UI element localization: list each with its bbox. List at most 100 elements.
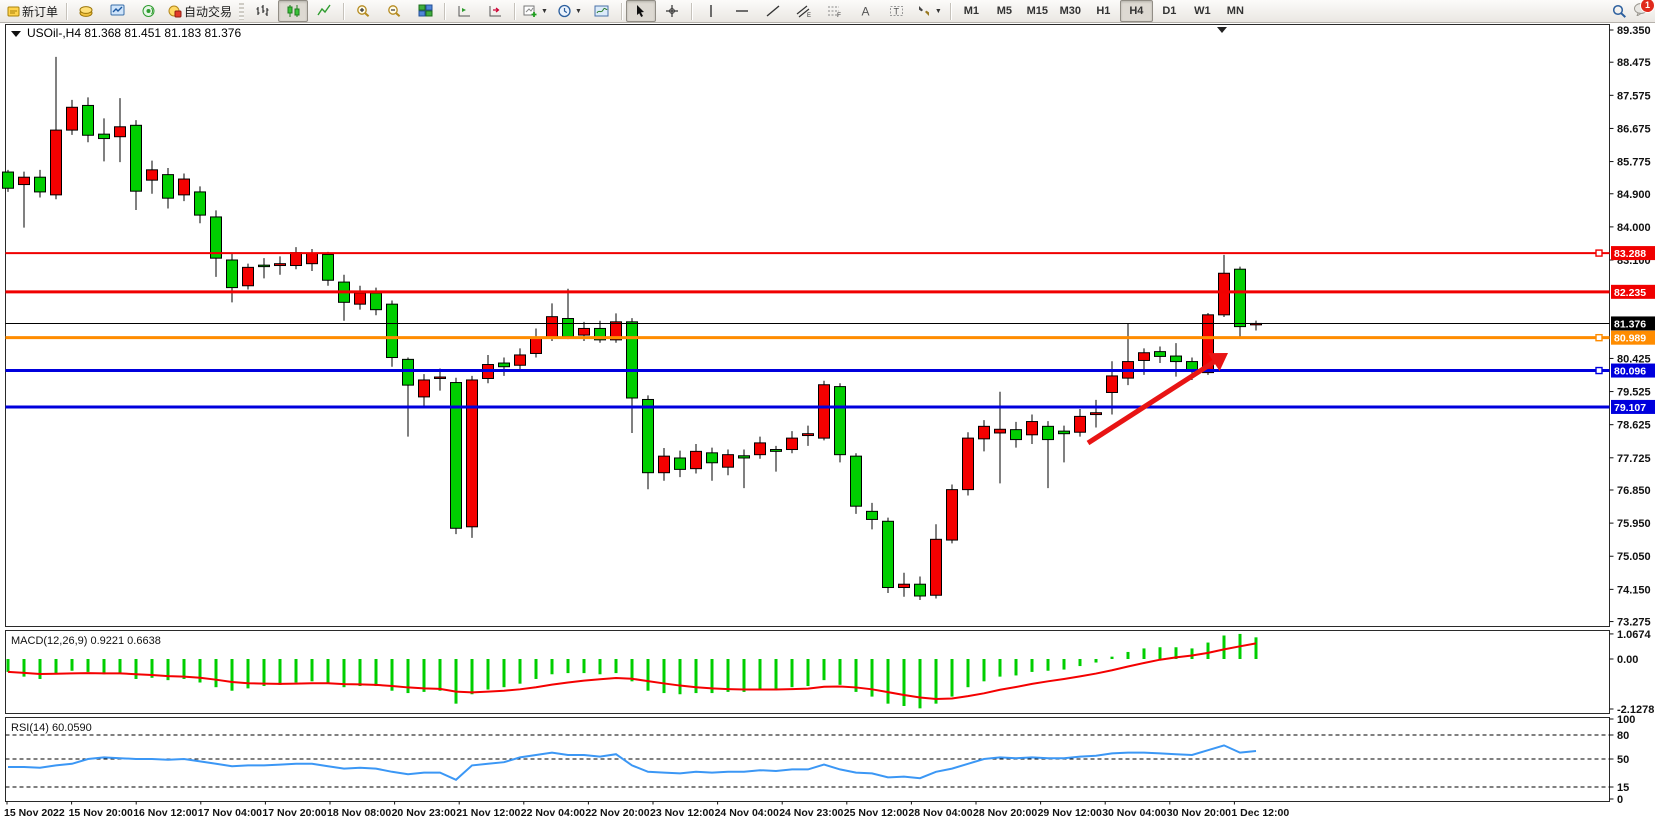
bull-candle-body [947, 490, 958, 540]
cursor-icon [634, 4, 647, 18]
main-pane[interactable] [6, 25, 1610, 627]
vertical-line-icon [705, 4, 717, 18]
arrows-shapes-button[interactable]: ▼ [913, 0, 946, 22]
auto-trading-button[interactable]: 自动交易 [164, 0, 236, 22]
price-tick-label: 76.850 [1617, 485, 1651, 497]
bear-candle-body [323, 254, 334, 280]
tab-timeframe-W1[interactable]: W1 [1186, 0, 1219, 22]
tab-timeframe-M15[interactable]: M15 [1021, 0, 1054, 22]
tab-timeframe-M30[interactable]: M30 [1054, 0, 1087, 22]
tab-timeframe-H4[interactable]: H4 [1120, 0, 1153, 22]
rsi-tick-label: 50 [1617, 754, 1629, 766]
candle [883, 518, 894, 593]
bear-candle-body [211, 217, 222, 258]
bear-candle-body [1171, 356, 1182, 362]
tab-timeframe-D1[interactable]: D1 [1153, 0, 1186, 22]
bull-candle-body [803, 434, 814, 436]
vertical-line-button[interactable] [696, 0, 726, 22]
templates-button[interactable] [587, 0, 617, 22]
notifications-button[interactable]: 1 [1633, 2, 1649, 21]
bar-chart-button[interactable] [247, 0, 277, 22]
text-label-icon: T [889, 4, 904, 18]
indicators-button[interactable]: ▼ [519, 0, 552, 22]
bear-candle-body [227, 260, 238, 288]
bear-candle-body [707, 453, 718, 463]
bull-candle-body [179, 179, 190, 195]
bear-candle-body [627, 322, 638, 398]
text-button[interactable]: A [851, 0, 881, 22]
candle [451, 378, 462, 534]
date-label: 17 Nov 20:00 [262, 807, 326, 819]
bear-candle-body [739, 456, 750, 458]
periods-button[interactable]: ▼ [553, 0, 586, 22]
search-icon[interactable] [1612, 4, 1627, 19]
rsi-label: RSI(14) 60.0590 [11, 722, 92, 734]
bull-candle-body [755, 443, 766, 455]
auto-scroll-button[interactable] [449, 0, 479, 22]
candlestick-chart-button[interactable] [278, 0, 308, 22]
horizontal-line-button[interactable] [727, 0, 757, 22]
toolbar-separator [444, 3, 445, 20]
candlestick-chart-icon [286, 4, 301, 18]
candle [851, 453, 862, 514]
chart-canvas[interactable]: 89.35088.47587.57586.67585.77584.90084.0… [0, 23, 1655, 825]
hline-handle[interactable] [1596, 250, 1602, 256]
candle [467, 376, 478, 538]
toolbar-grip[interactable] [239, 3, 244, 20]
toolbar-separator [66, 3, 67, 20]
bull-candle-body [723, 455, 734, 468]
bear-candle-body [387, 304, 398, 357]
chart-window[interactable]: 89.35088.47587.57586.67585.77584.90084.0… [0, 23, 1655, 825]
bull-candle-body [275, 264, 286, 266]
tab-timeframe-H1[interactable]: H1 [1087, 0, 1120, 22]
price-line-badge-label: 82.235 [1614, 287, 1646, 299]
price-tick-label: 74.150 [1617, 584, 1651, 596]
chart-shift-button[interactable] [480, 0, 510, 22]
date-label: 30 Nov 20:00 [1167, 807, 1231, 819]
tile-windows-icon [418, 4, 433, 18]
chart-profiles-button[interactable] [71, 0, 101, 22]
candle [3, 170, 14, 192]
date-label: 15 Nov 2022 [4, 807, 65, 819]
bull-candle-body [51, 130, 62, 195]
bull-candle-body [243, 267, 254, 285]
crosshair-button[interactable] [657, 0, 687, 22]
bear-candle-body [131, 125, 142, 191]
signals-button[interactable] [133, 0, 163, 22]
date-label: 15 Nov 20:00 [69, 807, 133, 819]
rsi-tick-label: 80 [1617, 730, 1629, 742]
bull-candle-body [659, 456, 670, 473]
bull-candle-body [515, 355, 526, 365]
hline-handle[interactable] [1596, 335, 1602, 341]
crosshair-icon [665, 4, 679, 18]
indicators-icon [523, 4, 538, 18]
bull-candle-body [115, 127, 126, 137]
bear-candle-body [451, 383, 462, 529]
bear-candle-body [403, 359, 414, 385]
trendline-button[interactable] [758, 0, 788, 22]
tab-timeframe-M5[interactable]: M5 [988, 0, 1021, 22]
auto-trading-label: 自动交易 [184, 3, 232, 20]
tab-timeframe-MN[interactable]: MN [1219, 0, 1252, 22]
tab-timeframe-M1[interactable]: M1 [955, 0, 988, 22]
text-label-button[interactable]: T [882, 0, 912, 22]
date-label: 18 Nov 08:00 [327, 807, 391, 819]
zoom-in-button[interactable] [348, 0, 378, 22]
arrows-shapes-icon [917, 4, 932, 18]
bear-candle-body [3, 172, 14, 188]
market-watch-button[interactable] [102, 0, 132, 22]
bull-candle-body [1139, 353, 1150, 361]
tile-windows-button[interactable] [410, 0, 440, 22]
line-chart-button[interactable] [309, 0, 339, 22]
equidistant-channel-button[interactable]: E [789, 0, 819, 22]
zoom-out-button[interactable] [379, 0, 409, 22]
main-toolbar: 新订单 自动交易 ▼ ▼ E F A T ▼ M1M5M15M30H1H4D1W… [0, 0, 1655, 23]
bear-candle-body [1155, 352, 1166, 357]
price-tick-label: 87.575 [1617, 90, 1651, 102]
new-order-button[interactable]: 新订单 [3, 0, 62, 22]
candle [819, 381, 830, 441]
hline-handle[interactable] [1596, 368, 1602, 374]
cursor-button[interactable] [626, 0, 656, 22]
fibonacci-button[interactable]: F [820, 0, 850, 22]
toolbar-separator [514, 3, 515, 20]
